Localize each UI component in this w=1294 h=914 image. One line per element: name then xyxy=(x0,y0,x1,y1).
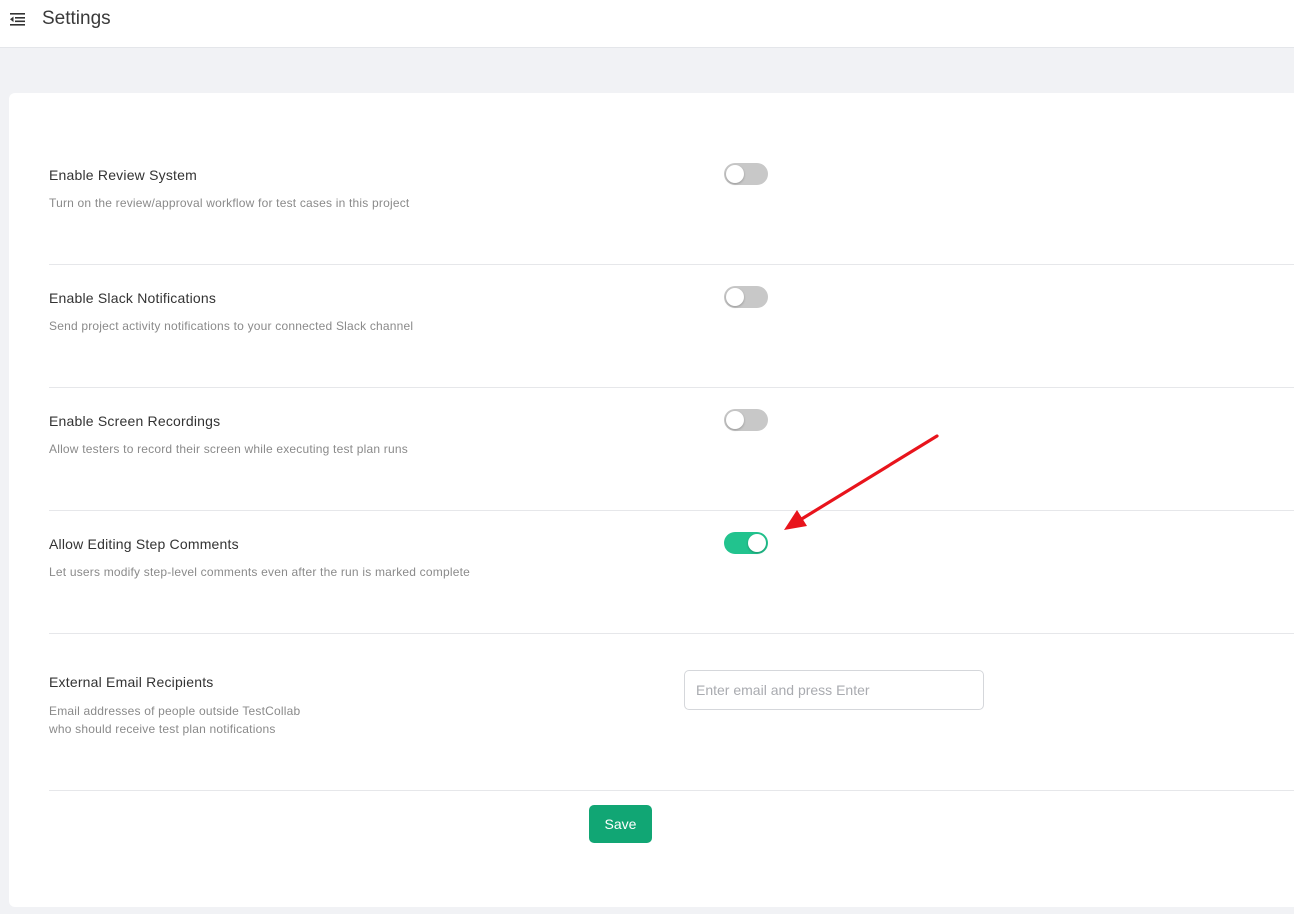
setting-row-screen-recordings: Enable Screen Recordings Allow testers t… xyxy=(49,387,1294,511)
setting-description: Allow testers to record their screen whi… xyxy=(49,442,408,456)
save-button[interactable]: Save xyxy=(589,805,652,843)
setting-description: Send project activity notifications to y… xyxy=(49,319,414,333)
setting-label: Allow Editing Step Comments xyxy=(49,536,239,552)
review-system-toggle[interactable] xyxy=(724,163,768,185)
editing-step-comments-toggle[interactable] xyxy=(724,532,768,554)
setting-label: Enable Review System xyxy=(49,167,197,183)
screen-recordings-toggle[interactable] xyxy=(724,409,768,431)
setting-row-external-email: External Email Recipients Email addresse… xyxy=(49,633,1294,791)
setting-row-review-system: Enable Review System Turn on the review/… xyxy=(49,93,1294,265)
toggle-knob xyxy=(726,165,744,183)
toggle-knob xyxy=(726,411,744,429)
setting-label: Enable Screen Recordings xyxy=(49,413,221,429)
setting-row-editing-step-comments: Allow Editing Step Comments Let users mo… xyxy=(49,510,1294,634)
toggle-knob xyxy=(726,288,744,306)
menu-collapse-icon[interactable] xyxy=(8,10,28,28)
setting-label: Enable Slack Notifications xyxy=(49,290,217,306)
page-title: Settings xyxy=(42,8,111,29)
setting-description: who should receive test plan notificatio… xyxy=(49,722,276,736)
setting-row-slack-notifications: Enable Slack Notifications Send project … xyxy=(49,264,1294,388)
top-bar: Settings xyxy=(0,0,1294,48)
setting-description: Let users modify step-level comments eve… xyxy=(49,565,470,579)
setting-description: Turn on the review/approval workflow for… xyxy=(49,196,410,210)
settings-card: Enable Review System Turn on the review/… xyxy=(9,93,1294,907)
toggle-knob xyxy=(748,534,766,552)
external-email-input[interactable] xyxy=(684,670,984,710)
setting-description: Email addresses of people outside TestCo… xyxy=(49,704,301,718)
setting-label: External Email Recipients xyxy=(49,674,214,690)
slack-notifications-toggle[interactable] xyxy=(724,286,768,308)
